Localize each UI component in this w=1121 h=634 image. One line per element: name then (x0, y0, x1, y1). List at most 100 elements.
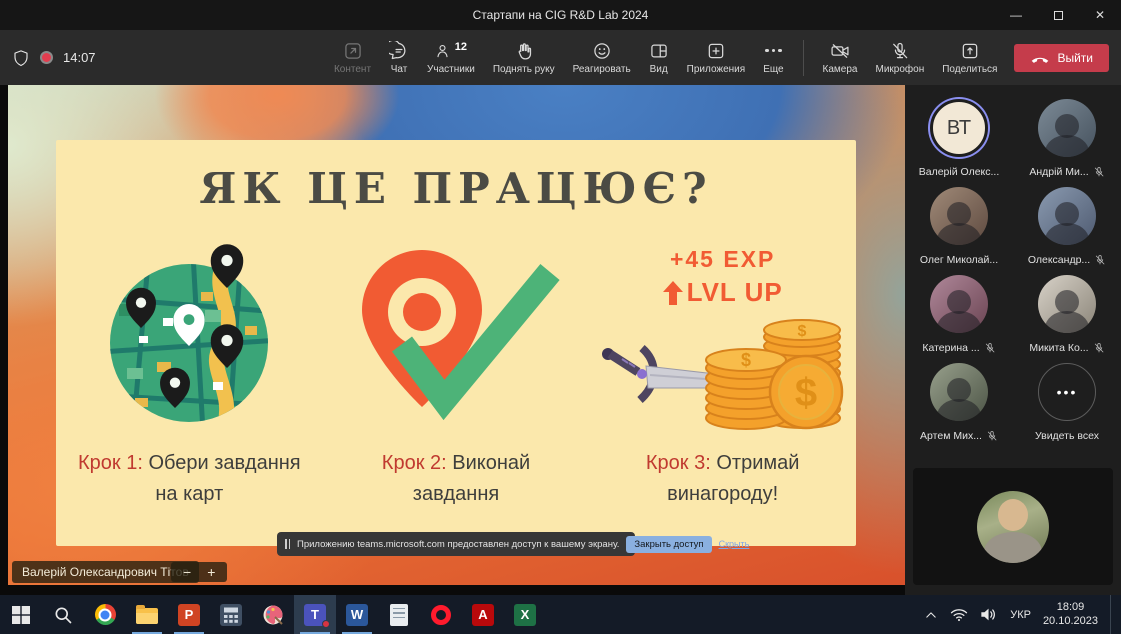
exp-label: +45 EXP (663, 246, 783, 273)
tray-time: 18:09 (1043, 601, 1098, 615)
taskbar-word[interactable]: W (336, 595, 378, 634)
calculator-icon (220, 604, 242, 626)
map-illustration (105, 240, 273, 428)
notification-badge (322, 620, 330, 628)
ellipsis-icon (765, 41, 782, 61)
svg-text:$: $ (795, 371, 817, 415)
participants-icon (435, 41, 453, 61)
lvl-label: LVL UP (687, 277, 783, 308)
camera-button[interactable]: Камера (814, 41, 867, 75)
raise-hand-icon (514, 41, 534, 61)
folder-icon (136, 608, 158, 624)
zoom-out-button[interactable]: − (183, 564, 191, 580)
svg-text:$: $ (741, 350, 751, 370)
mic-off-icon (986, 430, 998, 442)
clock[interactable]: 18:09 20.10.2023 (1043, 601, 1098, 629)
taskbar-acrobat[interactable]: A (462, 595, 504, 634)
reward-text: +45 EXP LVL UP (663, 246, 783, 308)
sword-coins-illustration: $ $ $ (598, 308, 848, 430)
wifi-icon[interactable] (950, 607, 968, 622)
smiley-icon (592, 41, 612, 61)
minimize-button[interactable]: — (995, 0, 1037, 30)
share-button[interactable]: Поделиться (933, 41, 1006, 75)
language-indicator[interactable]: УКР (1010, 609, 1031, 621)
opera-icon (431, 605, 451, 625)
slide-title: ЯК ЦЕ ПРАЦЮЄ? (56, 164, 856, 213)
system-tray: УКР 18:09 20.10.2023 (924, 595, 1121, 634)
chat-button[interactable]: Чат (380, 41, 418, 75)
close-button[interactable]: ✕ (1079, 0, 1121, 30)
search-icon (53, 605, 73, 625)
content-button[interactable]: Контент (325, 41, 380, 75)
more-button[interactable]: Еще (754, 41, 792, 75)
grip-icon[interactable] (285, 539, 290, 549)
avatar (930, 363, 988, 421)
start-button[interactable] (0, 595, 42, 634)
participant-name: Олег Миколай... (920, 254, 998, 266)
windows-logo-icon (11, 605, 31, 625)
show-desktop-button[interactable] (1110, 595, 1115, 634)
windows-taskbar: P T W A X УКР 18:09 20.10.2023 (0, 595, 1121, 634)
pin-check-illustration (350, 248, 562, 434)
taskbar-excel[interactable]: X (504, 595, 546, 634)
participant-tile[interactable]: Андрій Ми... (1013, 99, 1121, 187)
tray-chevron-icon[interactable] (924, 609, 938, 621)
share-up-icon (960, 41, 980, 61)
video-tile[interactable] (913, 468, 1113, 585)
see-all-participants[interactable]: ••• Увидеть всех (1013, 363, 1121, 451)
toolbar-divider (803, 40, 804, 76)
zoom-in-button[interactable]: + (207, 564, 215, 580)
maximize-button[interactable] (1037, 0, 1079, 30)
excel-icon: X (514, 604, 536, 626)
avatar (977, 491, 1049, 563)
taskbar-opera[interactable] (420, 595, 462, 634)
tray-date: 20.10.2023 (1043, 615, 1098, 629)
apps-plus-icon (706, 41, 726, 61)
participants-button[interactable]: 12 Участники (418, 41, 484, 75)
taskbar-chrome[interactable] (84, 595, 126, 634)
meeting-timer: 14:07 (63, 50, 96, 65)
taskbar-search-button[interactable] (42, 595, 84, 634)
avatar (930, 187, 988, 245)
avatar: ВТ (930, 99, 988, 157)
recording-indicator-icon (40, 51, 53, 64)
taskbar-teams[interactable]: T (294, 595, 336, 634)
participant-tile[interactable]: Олександр... (1013, 187, 1121, 275)
teams-meeting-window: Стартапи на CIG R&D Lab 2024 — ✕ 14:07 К… (0, 0, 1121, 634)
up-arrow-icon (663, 281, 683, 305)
zoom-controls: − + (171, 562, 227, 582)
stop-sharing-button[interactable]: Закрыть доступ (626, 536, 711, 553)
chrome-icon (95, 604, 116, 625)
hide-banner-link[interactable]: Скрыть (719, 539, 750, 549)
microphone-button[interactable]: Микрофон (867, 41, 934, 75)
participant-tile[interactable]: Катерина ... (905, 275, 1013, 363)
mic-off-icon (1094, 254, 1106, 266)
shield-icon (12, 49, 30, 67)
participant-tile[interactable]: Микита Ко... (1013, 275, 1121, 363)
taskbar-explorer[interactable] (126, 595, 168, 634)
raise-hand-button[interactable]: Поднять руку (484, 41, 564, 75)
notepad-icon (390, 604, 408, 626)
taskbar-paint[interactable] (252, 595, 294, 634)
participant-name: Артем Мих... (920, 430, 982, 442)
maximize-icon (1054, 11, 1063, 20)
taskbar-powerpoint[interactable]: P (168, 595, 210, 634)
step-2-text: Крок 2: Виконай завдання (356, 448, 556, 510)
taskbar-calculator[interactable] (210, 595, 252, 634)
avatar (1038, 275, 1096, 333)
taskbar-notepad[interactable] (378, 595, 420, 634)
participant-tile[interactable]: Артем Мих... (905, 363, 1013, 451)
apps-button[interactable]: Приложения (678, 41, 755, 75)
participant-name: Олександр... (1028, 254, 1090, 266)
avatar (930, 275, 988, 333)
volume-icon[interactable] (980, 607, 998, 622)
participant-tile[interactable]: Олег Миколай... (905, 187, 1013, 275)
screen-share-banner: Приложению teams.microsoft.com предостав… (277, 532, 635, 556)
mic-off-icon (1093, 166, 1105, 178)
word-icon: W (346, 604, 368, 626)
leave-button[interactable]: Выйти (1014, 44, 1109, 72)
view-button[interactable]: Вид (640, 41, 678, 75)
react-button[interactable]: Реагировать (564, 41, 640, 75)
meeting-toolbar: 14:07 Контент Чат 12 Участники Поднять р… (0, 30, 1121, 85)
participant-tile[interactable]: ВТ Валерій Олекс... (905, 99, 1013, 187)
